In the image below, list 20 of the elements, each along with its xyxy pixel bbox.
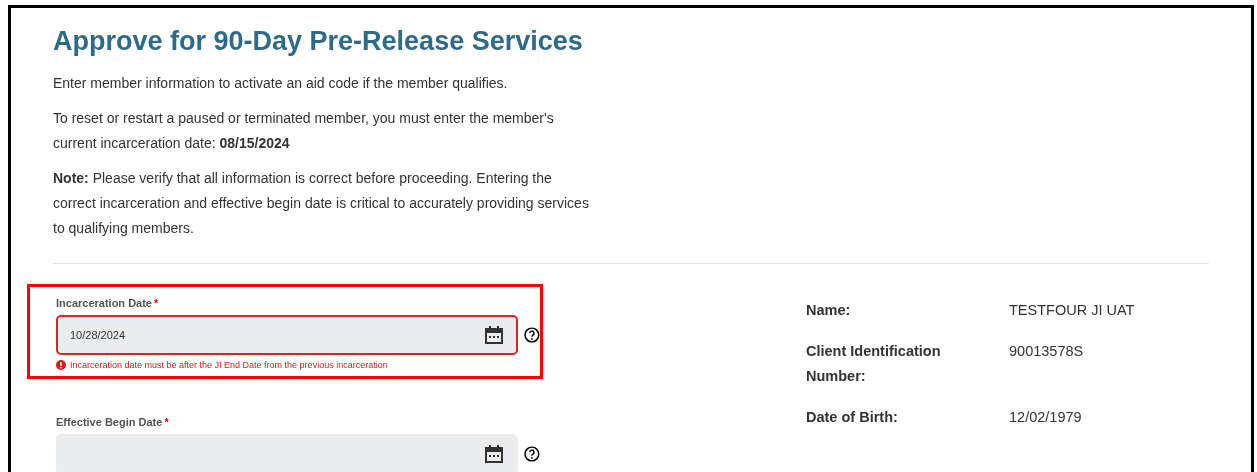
info-value: 12/02/1979: [1009, 408, 1083, 427]
instruction-text: Enter member information to activate an aid code if the member qualifies.: [53, 74, 509, 93]
info-label: Client Identification Number:: [806, 342, 942, 386]
date-field[interactable]: [56, 434, 519, 472]
error-icon: [56, 360, 66, 370]
instruction-text: Note: Please verify that all information is correct before proceeding. Entering the correct incarceration and effective begin date is critical to accurately providing services to qualifying members.: [53, 169, 590, 238]
help-icon[interactable]: [524, 446, 540, 462]
info-label: Name:: [806, 301, 852, 320]
help-icon[interactable]: [524, 327, 540, 343]
info-value: 90013578S: [1009, 342, 1085, 361]
info-value: TESTFOUR JI UAT: [1009, 301, 1136, 320]
info-label: Date of Birth:: [806, 408, 899, 427]
date-field[interactable]: 10/28/2024: [56, 315, 519, 355]
calendar-icon[interactable]: [484, 325, 505, 345]
field-label: Effective Begin Date *: [56, 416, 170, 428]
instruction-text: To reset or restart a paused or terminated member, you must enter the member's current incarceration date: 08/15/2024: [53, 109, 555, 153]
field-label: Incarceration Date *: [56, 297, 160, 309]
calendar-icon[interactable]: [484, 444, 505, 464]
error-message: Incarceration date must be after the JI End Date from the previous incarceration: [70, 360, 388, 370]
page-title: Approve for 90-Day Pre-Release Services: [53, 26, 584, 57]
